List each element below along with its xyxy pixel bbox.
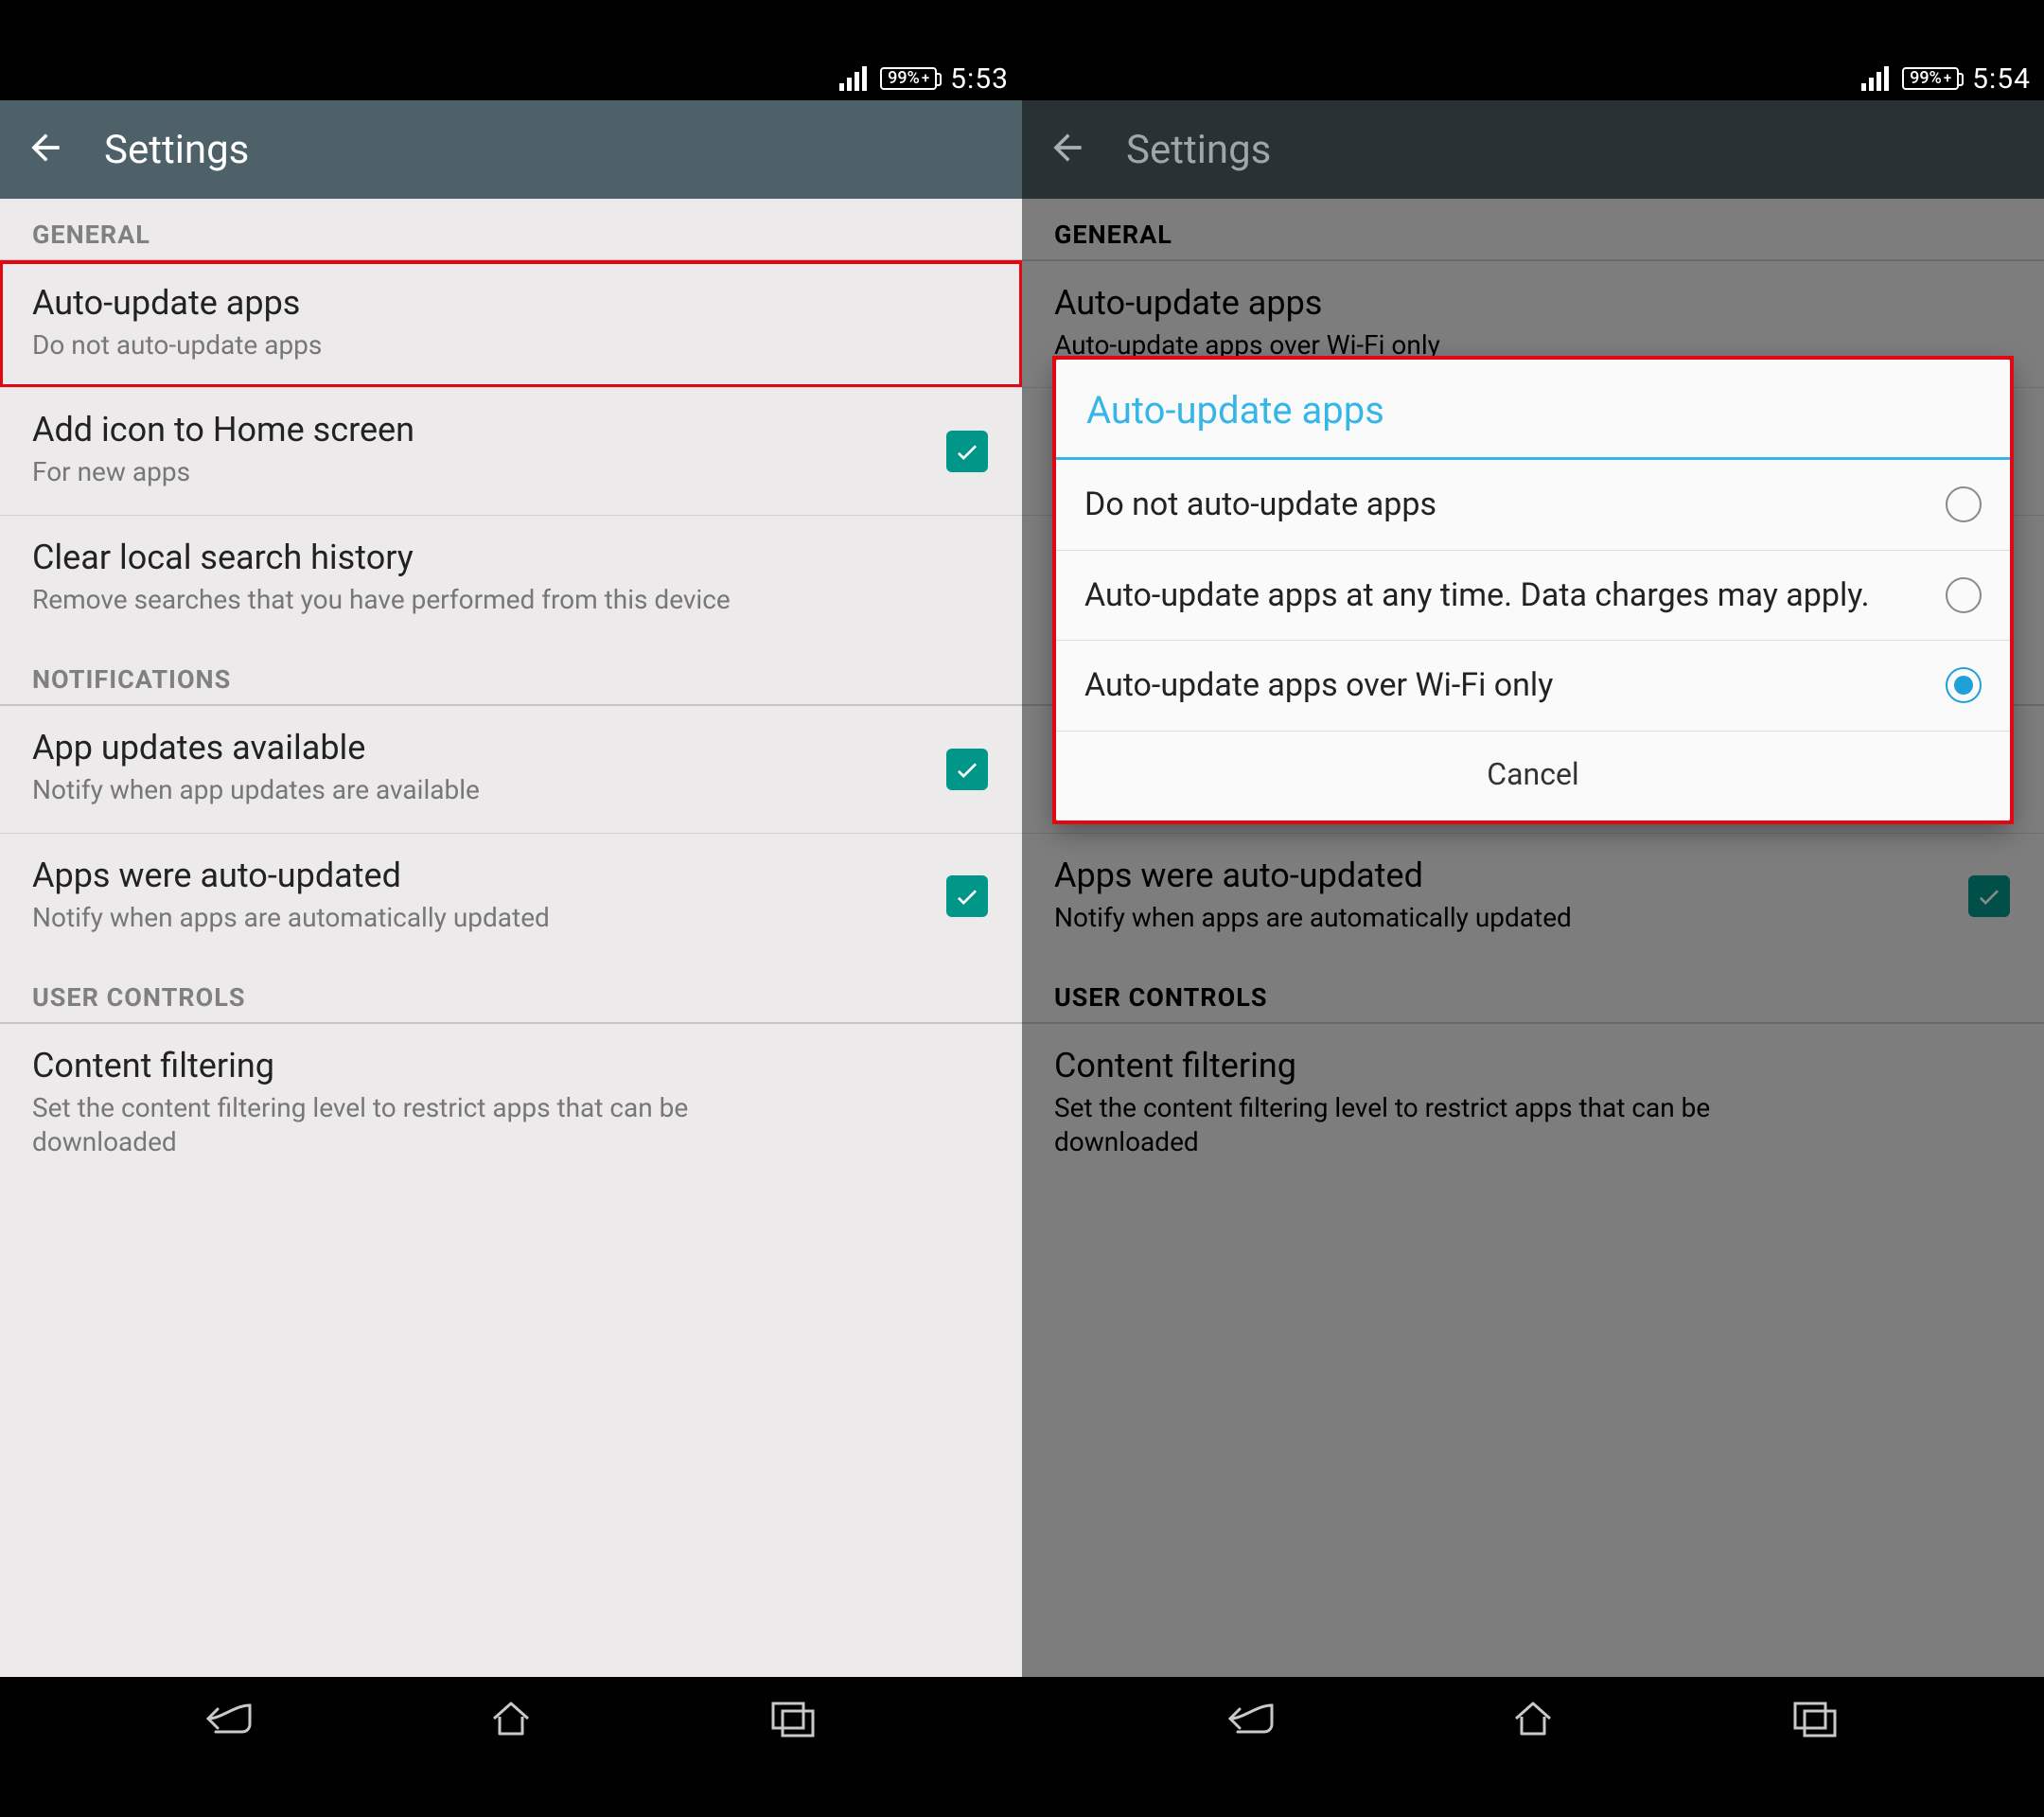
nav-recent-icon [769,1700,817,1738]
dialog-option-wifi-only[interactable]: Auto-update apps over Wi-Fi only [1056,641,2010,732]
section-header-general: GENERAL [0,199,1022,261]
auto-update-dialog: Auto-update apps Do not auto-update apps… [1056,360,2010,820]
item-title: Add icon to Home screen [32,409,990,451]
back-button[interactable] [25,127,66,172]
charging-plus-icon: + [1944,71,1951,85]
nav-back-button[interactable] [178,1690,282,1747]
battery-text: 99% [1910,70,1942,87]
letterbox-top [0,0,2044,57]
check-icon [953,755,981,784]
nav-recent-icon [1791,1700,1839,1738]
status-bar: 99%+ 5:53 [0,57,1022,100]
item-were-auto-updated[interactable]: Apps were auto-updated Notify when apps … [0,833,1022,960]
item-subtitle: Notify when apps are automatically updat… [32,901,770,935]
item-title: App updates available [32,727,990,769]
item-title: Content filtering [32,1045,990,1087]
battery-indicator: 99%+ [1902,67,1959,90]
signal-icon [1861,66,1889,91]
nav-home-icon [1510,1698,1556,1739]
dialog-option-label: Auto-update apps over Wi-Fi only [1084,665,1927,706]
dialog-option-label: Auto-update apps at any time. Data charg… [1084,575,1927,616]
item-subtitle: For new apps [32,455,770,489]
nav-back-icon [203,1700,257,1738]
nav-home-button[interactable] [459,1690,563,1747]
radio-do-not[interactable] [1946,486,1982,522]
nav-bar [0,1677,1022,1760]
settings-list[interactable]: GENERAL Auto-update apps Do not auto-upd… [0,199,1022,1677]
app-bar-title: Settings [104,127,249,173]
dialog-highlight: Auto-update apps Do not auto-update apps… [1056,360,2010,820]
battery-text: 99% [888,70,920,87]
checkbox-updates-available[interactable] [946,749,988,790]
item-title: Clear local search history [32,537,990,579]
clock: 5:54 [1972,62,2031,96]
radio-wifi-only[interactable] [1946,667,1982,703]
back-arrow-icon [25,127,66,168]
battery-indicator: 99%+ [880,67,937,90]
status-bar: 99%+ 5:54 [1022,57,2044,100]
app-bar: Settings [0,100,1022,199]
checkbox-were-updated[interactable] [946,875,988,917]
dialog-cancel-button[interactable]: Cancel [1056,732,2010,820]
check-icon [953,437,981,466]
dialog-option-label: Do not auto-update apps [1084,485,1927,525]
item-title: Apps were auto-updated [32,855,990,897]
nav-back-button[interactable] [1200,1690,1304,1747]
nav-home-button[interactable] [1481,1690,1585,1747]
back-button[interactable] [1047,127,1088,172]
item-add-icon-home[interactable]: Add icon to Home screen For new apps [0,387,1022,514]
checkbox-add-icon[interactable] [946,431,988,472]
charging-plus-icon: + [922,71,929,85]
nav-back-icon [1225,1700,1279,1738]
item-title: Auto-update apps [32,282,990,325]
item-subtitle: Notify when app updates are available [32,773,770,807]
radio-any-time[interactable] [1946,577,1982,613]
screen-right: 99%+ 5:54 Settings GENERAL Auto-update a… [1022,57,2044,1760]
nav-bar [1022,1677,2044,1760]
nav-recent-button[interactable] [1763,1690,1867,1747]
letterbox-bottom [0,1760,2044,1817]
section-header-notifications: NOTIFICATIONS [0,642,1022,706]
app-bar-title: Settings [1126,127,1271,173]
screen-left: 99%+ 5:53 Settings GENERAL Auto-update a… [0,57,1022,1760]
dialog-option-do-not[interactable]: Do not auto-update apps [1056,460,2010,551]
section-header-user-controls: USER CONTROLS [0,960,1022,1024]
item-updates-available[interactable]: App updates available Notify when app up… [0,706,1022,832]
back-arrow-icon [1047,127,1088,168]
item-subtitle: Do not auto-update apps [32,328,770,362]
nav-home-icon [488,1698,534,1739]
item-content-filtering[interactable]: Content filtering Set the content filter… [0,1024,1022,1185]
item-auto-update-apps[interactable]: Auto-update apps Do not auto-update apps [0,261,1022,387]
dialog-title: Auto-update apps [1056,360,2010,460]
nav-recent-button[interactable] [741,1690,845,1747]
app-bar: Settings [1022,100,2044,199]
item-clear-search-history[interactable]: Clear local search history Remove search… [0,515,1022,642]
item-subtitle: Set the content filtering level to restr… [32,1091,770,1160]
item-subtitle: Remove searches that you have performed … [32,583,770,617]
clock: 5:53 [950,62,1009,96]
check-icon [953,882,981,910]
dialog-option-any-time[interactable]: Auto-update apps at any time. Data charg… [1056,551,2010,642]
signal-icon [839,66,867,91]
